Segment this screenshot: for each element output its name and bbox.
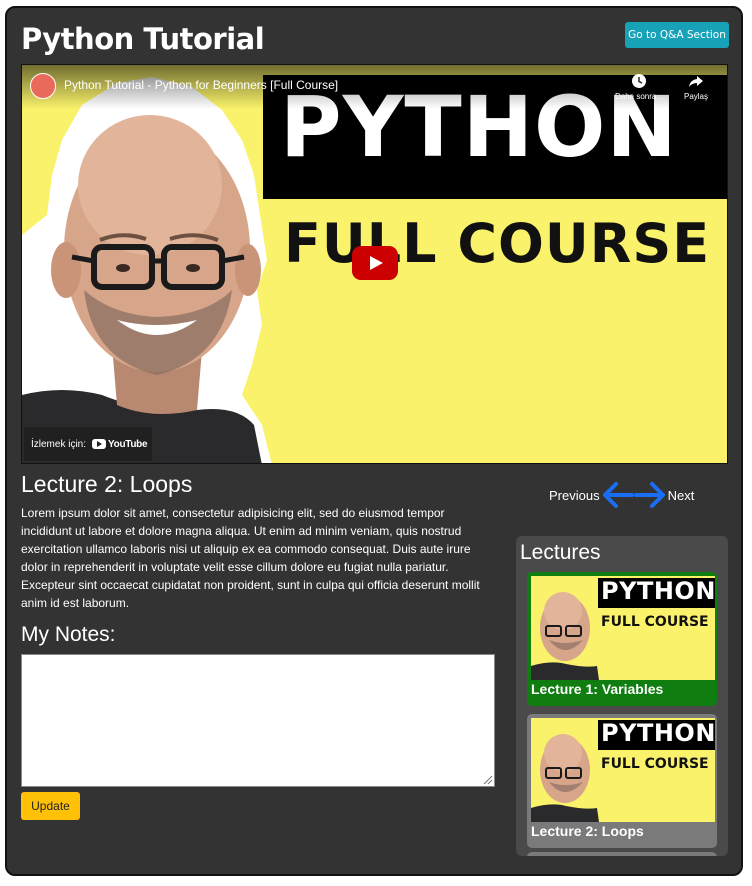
watch-later-button[interactable]: Daha sonra... <box>609 73 669 101</box>
qa-section-button[interactable]: Go to Q&A Section <box>625 22 729 48</box>
share-label: Paylaş <box>683 92 708 101</box>
notes-title: My Notes: <box>21 623 116 646</box>
video-title[interactable]: Python Tutorial - Python for Beginners [… <box>64 78 338 92</box>
play-button[interactable] <box>352 246 398 280</box>
next-link[interactable]: Next <box>668 488 695 503</box>
thumbnail-course-text: FULL COURSE <box>601 756 709 772</box>
youtube-icon <box>92 439 107 449</box>
resize-grip-icon[interactable] <box>482 774 493 785</box>
share-icon <box>666 73 726 89</box>
presenter-image <box>22 65 272 463</box>
clock-icon <box>609 73 669 89</box>
lecture-thumbnail: PYTHON FULL COURSE <box>531 718 716 822</box>
notes-textarea[interactable] <box>21 654 495 787</box>
arrow-left-icon[interactable] <box>602 480 634 510</box>
watch-on-youtube[interactable]: İzlemek için: YouTube <box>24 427 152 461</box>
video-player[interactable]: PYTHON FULL COURSE Python Tutorial - Pyt… <box>21 64 728 464</box>
youtube-logo-text: YouTube <box>108 438 148 450</box>
app-frame: Python Tutorial Go to Q&A Section PYTHON… <box>5 6 743 876</box>
arrow-right-icon[interactable] <box>633 480 666 510</box>
lectures-sidebar: Lectures PYTHON FULL COURSE Lecture 1: V… <box>516 536 728 856</box>
page-title: Python Tutorial <box>21 22 265 56</box>
thumbnail-python-text: PYTHON <box>601 577 716 605</box>
previous-link[interactable]: Previous <box>549 488 600 503</box>
lecture-card-3-peek[interactable] <box>527 852 717 856</box>
presenter-thumbnail-image <box>531 734 599 822</box>
thumbnail-python-text: PYTHON <box>601 719 716 747</box>
share-button[interactable]: Paylaş <box>666 73 726 101</box>
lecture-card-label: Lecture 2: Loops <box>531 823 644 839</box>
thumbnail-course-text: FULL COURSE <box>601 614 709 630</box>
lecture-thumbnail: PYTHON FULL COURSE <box>531 576 716 680</box>
sidebar-title: Lectures <box>520 541 601 564</box>
watch-on-label: İzlemek için: <box>31 438 87 450</box>
lecture-navigation: Previous Next <box>549 478 694 512</box>
youtube-logo: YouTube <box>92 438 148 450</box>
lecture-card-label: Lecture 1: Variables <box>531 681 664 697</box>
lecture-title: Lecture 2: Loops <box>21 471 193 497</box>
channel-avatar[interactable] <box>30 73 56 99</box>
lecture-description: Lorem ipsum dolor sit amet, consectetur … <box>21 506 480 610</box>
thumbnail-course-text: FULL COURSE <box>284 212 711 275</box>
lecture-card-2[interactable]: PYTHON FULL COURSE Lecture 2: Loops <box>527 714 717 848</box>
update-button[interactable]: Update <box>21 792 80 820</box>
play-icon <box>370 256 383 270</box>
presenter-thumbnail-image <box>531 592 599 680</box>
watch-later-label: Daha sonra... <box>614 92 664 101</box>
lecture-card-1[interactable]: PYTHON FULL COURSE Lecture 1: Variables <box>527 572 717 706</box>
